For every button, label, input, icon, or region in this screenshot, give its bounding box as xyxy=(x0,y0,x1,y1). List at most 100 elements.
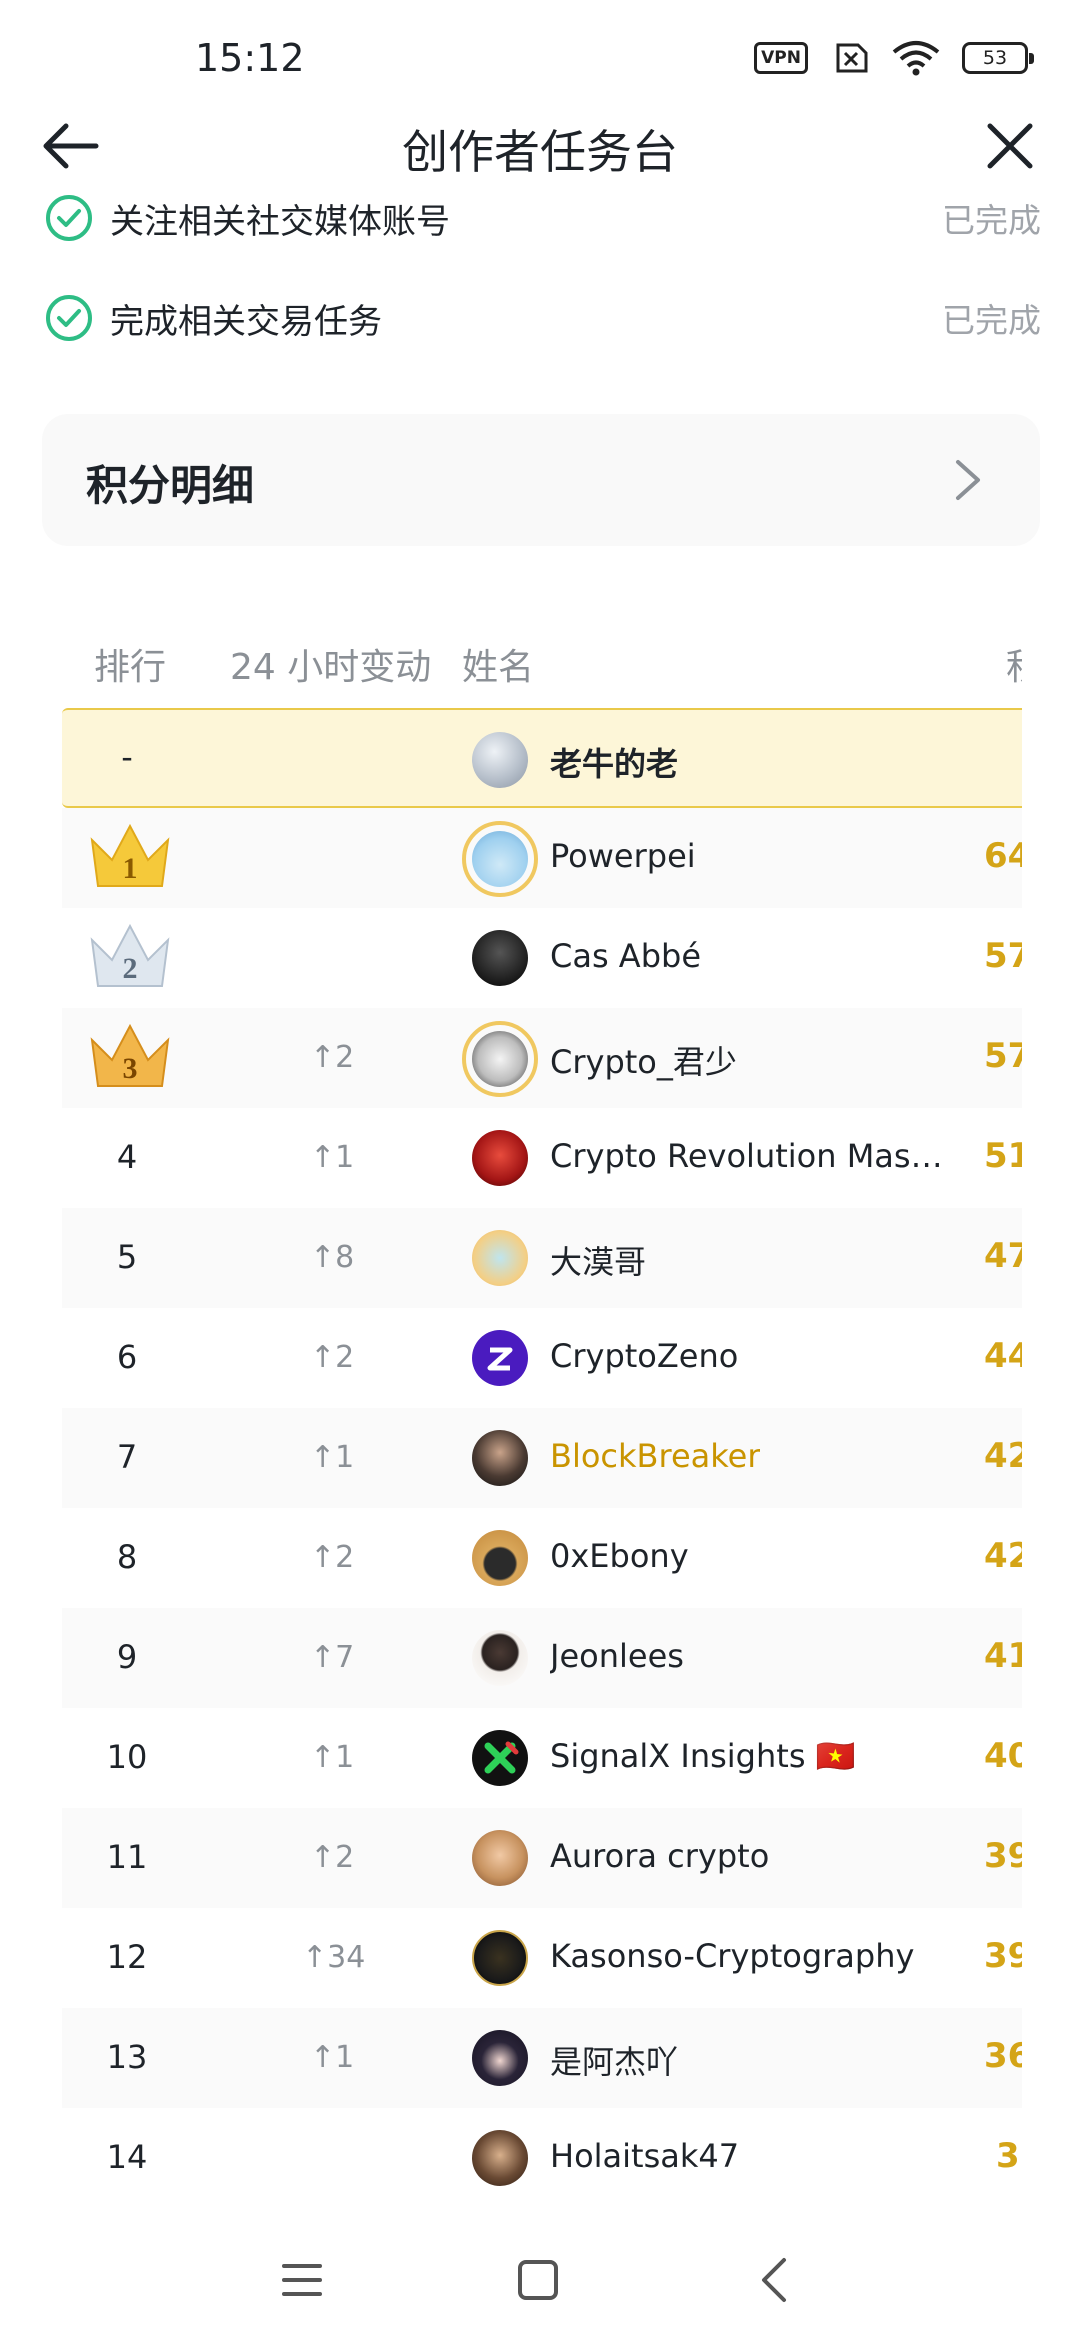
rank-label: 5 xyxy=(116,1238,138,1276)
check-circle-icon xyxy=(46,295,92,341)
column-points: 积 xyxy=(1006,638,1022,690)
avatar xyxy=(472,1830,528,1886)
column-24h-change: 24 小时变动 xyxy=(230,647,432,688)
user-name: Aurora crypto xyxy=(550,1837,770,1875)
table-row[interactable]: 4 ↑1 Crypto Revolution Mast... 51 xyxy=(62,1108,1022,1208)
points-value: 3 xyxy=(996,2136,1020,2176)
user-name: Holaitsak47 xyxy=(550,2137,740,2175)
points-value: 39 xyxy=(984,1936,1022,1976)
rank-label: 8 xyxy=(116,1538,138,1576)
status-bar: 15:12 VPN 53 xyxy=(0,0,1080,115)
user-name: SignalX Insights 🇻🇳 xyxy=(550,1737,856,1775)
change-value: ↑2 xyxy=(310,1340,355,1375)
table-row[interactable]: 11 ↑2 Aurora crypto 39 xyxy=(62,1808,1022,1908)
user-name: 大漠哥 xyxy=(550,1243,647,1281)
rank-label: 13 xyxy=(106,2038,148,2076)
points-value: 42 xyxy=(984,1536,1022,1576)
page-title: 创作者任务台 xyxy=(402,125,678,179)
points-value: 57 xyxy=(984,1036,1022,1076)
user-name: Kasonso-Cryptography xyxy=(550,1937,915,1975)
user-name: Jeonlees xyxy=(550,1637,684,1675)
avatar xyxy=(462,1021,538,1097)
points-value: 47 xyxy=(984,1236,1022,1276)
change-value: ↑2 xyxy=(310,1540,355,1575)
gold-crown-icon: 1 xyxy=(90,823,170,887)
user-name: Cas Abbé xyxy=(550,937,701,975)
table-row[interactable]: 7 ↑1 BlockBreaker 42 xyxy=(62,1408,1022,1508)
points-value: 64 xyxy=(984,836,1022,876)
status-time: 15:12 xyxy=(195,36,305,80)
table-row[interactable]: 10 ↑1 SignalX Insights 🇻🇳 40 xyxy=(62,1708,1022,1808)
table-row[interactable]: 5 ↑8 大漠哥 47 xyxy=(62,1208,1022,1308)
leaderboard: 排行 24 小时变动 姓名 积 - 老牛的老 1 Powerpei 64 2 C… xyxy=(62,620,1022,2220)
rank-label: - xyxy=(121,738,133,776)
avatar xyxy=(472,1230,528,1286)
points-detail-title: 积分明细 xyxy=(86,461,255,510)
table-row[interactable]: 9 ↑7 Jeonlees 41 xyxy=(62,1608,1022,1708)
signalx-logo-icon xyxy=(484,1741,519,1774)
table-row[interactable]: 2 Cas Abbé 57 xyxy=(62,908,1022,1008)
check-circle-icon xyxy=(46,195,92,241)
svg-text:1: 1 xyxy=(123,852,138,885)
change-value: ↑2 xyxy=(310,1040,355,1075)
column-rank: 排行 xyxy=(94,647,167,688)
change-value: ↑1 xyxy=(310,1140,355,1175)
user-name: Powerpei xyxy=(550,837,696,875)
silver-crown-icon: 2 xyxy=(90,923,170,987)
table-row[interactable]: 3 ↑2 Crypto_君少 57 xyxy=(62,1008,1022,1108)
avatar xyxy=(472,1130,528,1186)
points-detail-card[interactable]: 积分明细 xyxy=(42,414,1040,546)
bronze-crown-icon: 3 xyxy=(90,1023,170,1087)
rank-label: 7 xyxy=(116,1438,138,1476)
table-row[interactable]: 13 ↑1 是阿杰吖 36 xyxy=(62,2008,1022,2108)
user-name: Crypto Revolution Mast... xyxy=(550,1137,950,1175)
no-sim-icon xyxy=(836,43,868,73)
points-value: 39 xyxy=(984,1836,1022,1876)
user-name: Crypto_君少 xyxy=(550,1043,737,1081)
battery-icon: 53 xyxy=(962,42,1034,74)
table-row[interactable]: 12 ↑34 Kasonso-Cryptography 39 xyxy=(62,1908,1022,2008)
change-value: ↑8 xyxy=(310,1240,355,1275)
task-item: 完成相关交易任务 已完成 xyxy=(44,288,1044,348)
avatar xyxy=(472,2030,528,2086)
avatar xyxy=(472,1630,528,1686)
wifi-icon xyxy=(892,41,940,76)
svg-text:2: 2 xyxy=(123,952,138,985)
rank-label: 14 xyxy=(106,2138,148,2176)
user-name: 0xEbony xyxy=(550,1537,689,1575)
table-row[interactable]: 6 ↑2 CryptoZeno 44 xyxy=(62,1308,1022,1408)
points-value: 57 xyxy=(984,936,1022,976)
points-value: 44 xyxy=(984,1336,1022,1376)
points-value: 36 xyxy=(984,2036,1022,2076)
svg-text:3: 3 xyxy=(123,1052,138,1085)
system-nav-bar xyxy=(0,2220,1080,2340)
my-rank-row[interactable]: - 老牛的老 xyxy=(62,708,1022,808)
rank-label: 4 xyxy=(116,1138,138,1176)
user-name: BlockBreaker xyxy=(550,1437,761,1475)
avatar xyxy=(472,1330,528,1386)
task-status: 已完成 xyxy=(942,201,1041,240)
back-icon[interactable] xyxy=(746,2254,806,2306)
avatar xyxy=(472,1530,528,1586)
table-row[interactable]: 14 Holaitsak47 3 xyxy=(62,2108,1022,2208)
task-status: 已完成 xyxy=(942,301,1041,340)
rank-label: 11 xyxy=(106,1838,148,1876)
home-icon[interactable] xyxy=(508,2254,568,2306)
task-label: 关注相关社交媒体账号 xyxy=(110,201,450,242)
rank-label: 6 xyxy=(116,1338,138,1376)
rank-label: 10 xyxy=(106,1738,148,1776)
avatar xyxy=(472,930,528,986)
points-value: 42 xyxy=(984,1436,1022,1476)
menu-icon[interactable] xyxy=(272,2254,332,2306)
points-value: 41 xyxy=(984,1636,1022,1676)
task-item: 关注相关社交媒体账号 已完成 xyxy=(44,188,1044,248)
table-row[interactable]: 1 Powerpei 64 xyxy=(62,808,1022,908)
vpn-icon: VPN xyxy=(754,42,808,74)
close-icon[interactable] xyxy=(982,118,1038,174)
user-name: 老牛的老 xyxy=(550,745,679,783)
change-value: ↑7 xyxy=(310,1640,355,1675)
points-value: 40 xyxy=(984,1736,1022,1776)
task-label: 完成相关交易任务 xyxy=(110,301,382,342)
avatar xyxy=(472,732,528,788)
table-row[interactable]: 8 ↑2 0xEbony 42 xyxy=(62,1508,1022,1608)
